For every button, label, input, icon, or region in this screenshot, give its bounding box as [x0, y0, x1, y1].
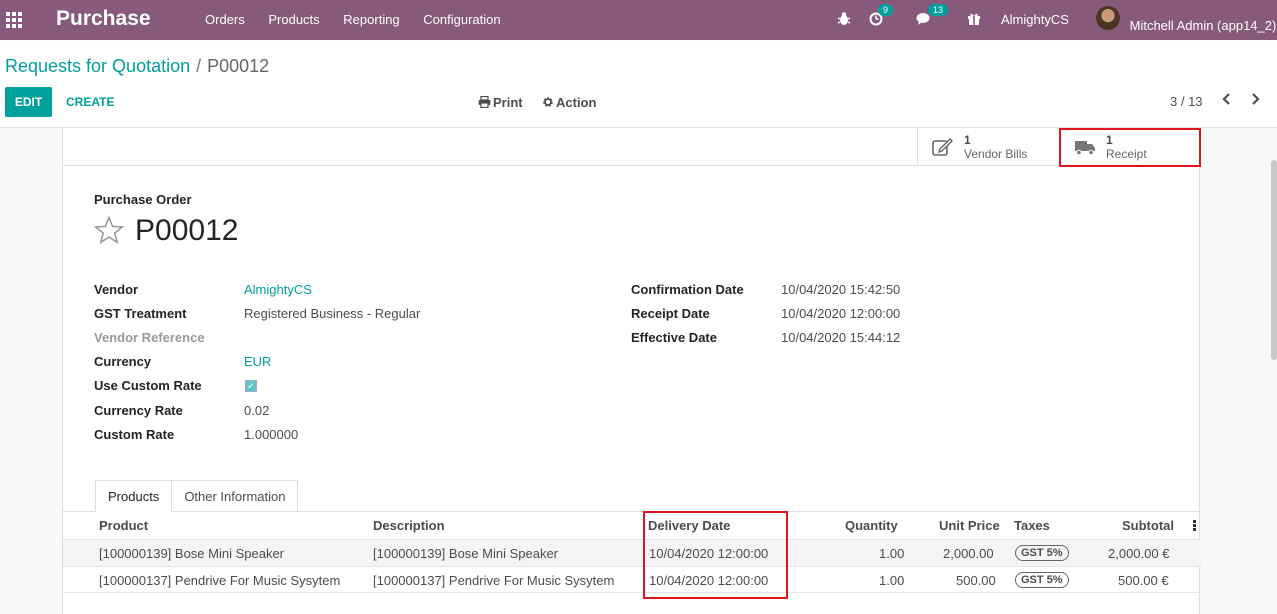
edit-button[interactable]: EDIT [5, 87, 52, 117]
messages-badge: 13 [928, 4, 949, 16]
use-custom-rate-checkbox[interactable]: ✓ [245, 380, 257, 392]
print-label: Print [493, 95, 523, 110]
top-navbar: Purchase Orders Products Reporting Confi… [0, 0, 1277, 40]
form-sheet: 1 Vendor Bills 1 Receipt Purchase Order … [62, 128, 1201, 614]
star-icon[interactable] [93, 215, 125, 250]
cell-product: [100000137] Pendrive For Music Sysytem [99, 573, 341, 588]
column-description[interactable]: Description [373, 518, 445, 533]
page-scrollbar[interactable] [1271, 160, 1277, 360]
gear-icon [543, 97, 553, 107]
pager-next-icon[interactable] [1250, 92, 1260, 110]
user-name: Mitchell Admin (app14_2) [1129, 18, 1277, 33]
tab-products[interactable]: Products [95, 480, 173, 512]
breadcrumb-separator: / [196, 56, 202, 76]
activity-badge: 9 [878, 4, 894, 16]
custom-rate-label: Custom Rate [94, 427, 175, 442]
column-taxes[interactable]: Taxes [1014, 518, 1050, 533]
tax-badge: GST 5% [1015, 545, 1069, 561]
menu-configuration[interactable]: Configuration [423, 12, 500, 27]
tab-other-information[interactable]: Other Information [172, 480, 299, 512]
avatar [1096, 6, 1120, 30]
control-panel: Requests for Quotation / P00012 EDIT CREAT… [0, 41, 1277, 128]
smart-button-box: 1 Vendor Bills 1 Receipt [63, 128, 1201, 167]
currency-label: Currency [94, 354, 152, 369]
column-quantity[interactable]: Quantity [845, 518, 898, 533]
create-button[interactable]: CREATE [66, 95, 114, 109]
column-product[interactable]: Product [99, 518, 148, 533]
effective-date-label: Effective Date [631, 330, 717, 345]
confirmation-date-value: 10/04/2020 15:42:50 [781, 282, 901, 297]
cell-product: [100000139] Bose Mini Speaker [99, 546, 285, 561]
vendor-bills-count: 1 [964, 133, 971, 147]
company-switcher[interactable]: AlmightyCS [1001, 12, 1069, 27]
currency-value[interactable]: EUR [244, 354, 271, 369]
column-subtotal[interactable]: Subtotal [1122, 518, 1174, 533]
user-menu[interactable]: Mitchell Admin (app14_2) [1096, 6, 1276, 33]
gift-icon[interactable] [967, 11, 981, 29]
cell-description: [100000139] Bose Mini Speaker [373, 546, 559, 561]
edit-pencil-icon [932, 138, 953, 156]
vendor-reference-label: Vendor Reference [94, 330, 205, 345]
menu-reporting[interactable]: Reporting [343, 12, 399, 27]
breadcrumb-current: P00012 [207, 56, 270, 76]
gst-treatment-label: GST Treatment [94, 306, 187, 321]
menu-products[interactable]: Products [268, 12, 319, 27]
pager-value[interactable]: 3 / 13 [1170, 94, 1203, 109]
use-custom-rate-label: Use Custom Rate [94, 378, 202, 393]
cell-subtotal: 500.00 € [1118, 573, 1169, 588]
vendor-value[interactable]: AlmightyCS [244, 282, 312, 297]
record-name: P00012 [135, 214, 239, 247]
pager-previous-icon[interactable] [1222, 92, 1232, 110]
action-button[interactable]: Action [542, 95, 596, 110]
cell-subtotal: 2,000.00 € [1108, 546, 1170, 561]
breadcrumb: Requests for Quotation / P00012 [5, 56, 269, 77]
delivery-date-highlight-box [643, 511, 788, 599]
breadcrumb-parent[interactable]: Requests for Quotation [5, 56, 190, 76]
column-unit-price[interactable]: Unit Price [939, 518, 1000, 533]
vendor-bills-label: Vendor Bills [964, 147, 1028, 161]
notebook-tabs: Products Other Information [95, 480, 299, 512]
optional-columns-icon[interactable] [1193, 520, 1196, 532]
print-icon [478, 95, 491, 109]
debug-bug-icon[interactable] [837, 11, 851, 30]
cell-unit-price: 2,000.00 [943, 546, 994, 561]
form-title-label: Purchase Order [94, 192, 192, 207]
cell-quantity: 1.00 [879, 573, 905, 588]
confirmation-date-label: Confirmation Date [631, 282, 744, 297]
currency-rate-label: Currency Rate [94, 403, 183, 418]
activity-clock-icon[interactable]: 9 [869, 4, 894, 29]
cell-quantity: 1.00 [879, 546, 905, 561]
receipt-date-value: 10/04/2020 12:00:00 [781, 306, 901, 321]
app-name[interactable]: Purchase [56, 7, 151, 31]
table-row[interactable]: [100000139] Bose Mini Speaker [100000139… [63, 539, 1201, 566]
tax-badge: GST 5% [1015, 572, 1069, 588]
gst-treatment-value: Registered Business - Regular [244, 306, 421, 321]
currency-rate-value: 0.02 [244, 403, 270, 418]
table-row[interactable]: [100000137] Pendrive For Music Sysytem [… [63, 566, 1201, 593]
vendor-bills-button[interactable]: 1 Vendor Bills [917, 128, 1059, 166]
receipt-date-label: Receipt Date [631, 306, 710, 321]
custom-rate-value: 1.000000 [244, 427, 299, 442]
cell-unit-price: 500.00 [956, 573, 996, 588]
cell-description: [100000137] Pendrive For Music Sysytem [373, 573, 615, 588]
vendor-label: Vendor [94, 282, 139, 297]
print-button[interactable]: Print [478, 95, 523, 110]
apps-menu-icon[interactable] [0, 0, 28, 40]
menu-orders[interactable]: Orders [205, 12, 245, 27]
receipt-highlight-box [1059, 128, 1201, 167]
messages-chat-icon[interactable]: 13 [916, 4, 949, 29]
effective-date-value: 10/04/2020 15:44:12 [781, 330, 901, 345]
action-label: Action [556, 95, 597, 110]
